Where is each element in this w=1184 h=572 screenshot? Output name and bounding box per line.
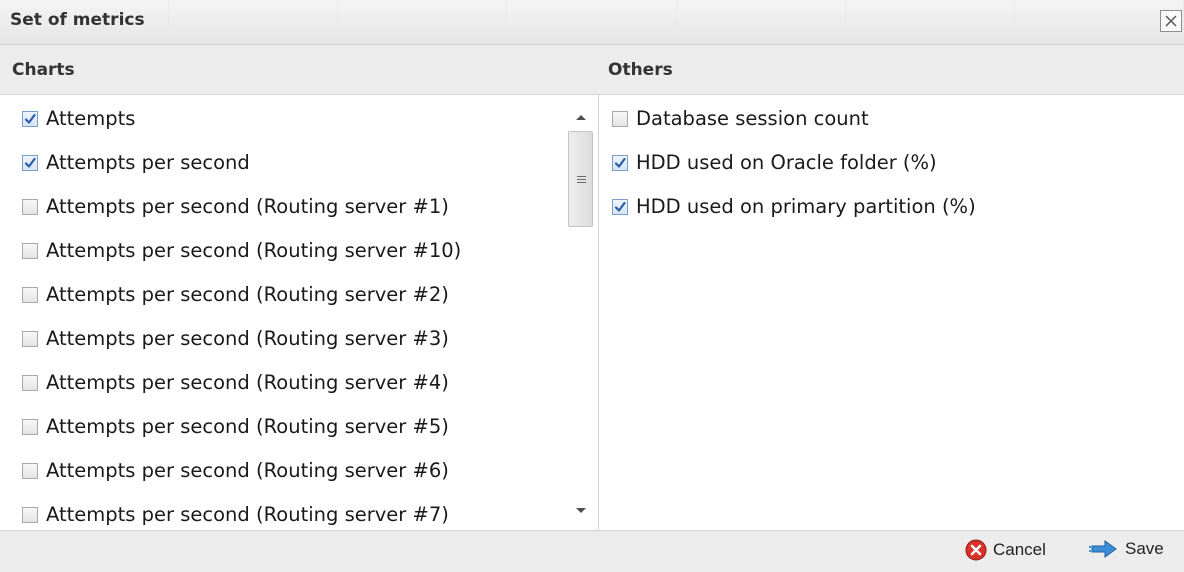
others-header: Others (598, 45, 1184, 95)
charts-item[interactable]: Attempts per second (Routing server #3) (22, 327, 449, 350)
charts-item[interactable]: Attempts per second (Routing server #1) (22, 195, 449, 218)
charts-item-label: Attempts (46, 107, 136, 130)
charts-item-label: Attempts per second (Routing server #7) (46, 503, 449, 526)
checkbox[interactable] (22, 374, 38, 391)
charts-item[interactable]: Attempts per second (Routing server #2) (22, 283, 449, 306)
save-label: Save (1125, 539, 1164, 558)
cancel-icon (965, 539, 987, 561)
charts-item-label: Attempts per second (Routing server #4) (46, 371, 449, 394)
dialog-title: Set of metrics (10, 10, 145, 30)
charts-item-label: Attempts per second (Routing server #5) (46, 415, 449, 438)
charts-scrollbar[interactable] (566, 95, 596, 530)
checkbox-checked[interactable] (22, 154, 38, 171)
scroll-down-button[interactable] (566, 503, 596, 517)
checkbox[interactable] (22, 198, 38, 215)
cancel-label: Cancel (993, 540, 1046, 559)
charts-item-label: Attempts per second (Routing server #2) (46, 283, 449, 306)
checkbox[interactable] (22, 506, 38, 523)
charts-item[interactable]: Attempts (22, 107, 135, 130)
charts-list: Attempts Attempts per second Attempts per … (0, 95, 566, 530)
checkbox-checked[interactable] (612, 154, 628, 171)
charts-item-label: Attempts per second (Routing server #10) (46, 239, 462, 262)
close-icon (1165, 12, 1177, 31)
dialog-titlebar: Set of metrics (0, 0, 1184, 45)
charts-item-label: Attempts per second (Routing server #6) (46, 459, 449, 482)
checkbox[interactable] (22, 286, 38, 303)
charts-item-label: Attempts per second (46, 151, 250, 174)
scroll-thumb[interactable] (568, 131, 593, 227)
save-button[interactable]: Save (1089, 539, 1164, 559)
charts-item[interactable]: Attempts per second (Routing server #6) (22, 459, 449, 482)
checkbox-checked[interactable] (22, 110, 38, 127)
charts-item[interactable]: Attempts per second (Routing server #10) (22, 239, 461, 262)
charts-item-label: Attempts per second (Routing server #1) (46, 195, 449, 218)
cancel-button[interactable]: Cancel (965, 539, 1046, 561)
others-item[interactable]: Database session count (612, 107, 869, 130)
others-list: Database session count HDD used on Oracle… (600, 95, 1184, 530)
column-divider (598, 95, 599, 530)
charts-item-label: Attempts per second (Routing server #3) (46, 327, 449, 350)
charts-item[interactable]: Attempts per second (Routing server #7) (22, 503, 449, 526)
charts-header: Charts (0, 45, 598, 95)
checkbox[interactable] (22, 418, 38, 435)
others-item-label: Database session count (636, 107, 869, 130)
checkbox-checked[interactable] (612, 198, 628, 215)
others-item-label: HDD used on Oracle folder (%) (636, 151, 937, 174)
scroll-up-button[interactable] (566, 109, 596, 123)
checkbox[interactable] (22, 242, 38, 259)
charts-item[interactable]: Attempts per second (22, 151, 250, 174)
checkbox[interactable] (612, 110, 628, 127)
checkbox[interactable] (22, 462, 38, 479)
close-button[interactable] (1160, 10, 1182, 32)
others-item[interactable]: HDD used on primary partition (%) (612, 195, 976, 218)
others-item[interactable]: HDD used on Oracle folder (%) (612, 151, 937, 174)
charts-item[interactable]: Attempts per second (Routing server #5) (22, 415, 449, 438)
charts-item[interactable]: Attempts per second (Routing server #4) (22, 371, 449, 394)
dialog-footer: Cancel Save (0, 530, 1184, 572)
save-arrow-icon (1089, 539, 1119, 559)
checkbox[interactable] (22, 330, 38, 347)
others-item-label: HDD used on primary partition (%) (636, 195, 976, 218)
